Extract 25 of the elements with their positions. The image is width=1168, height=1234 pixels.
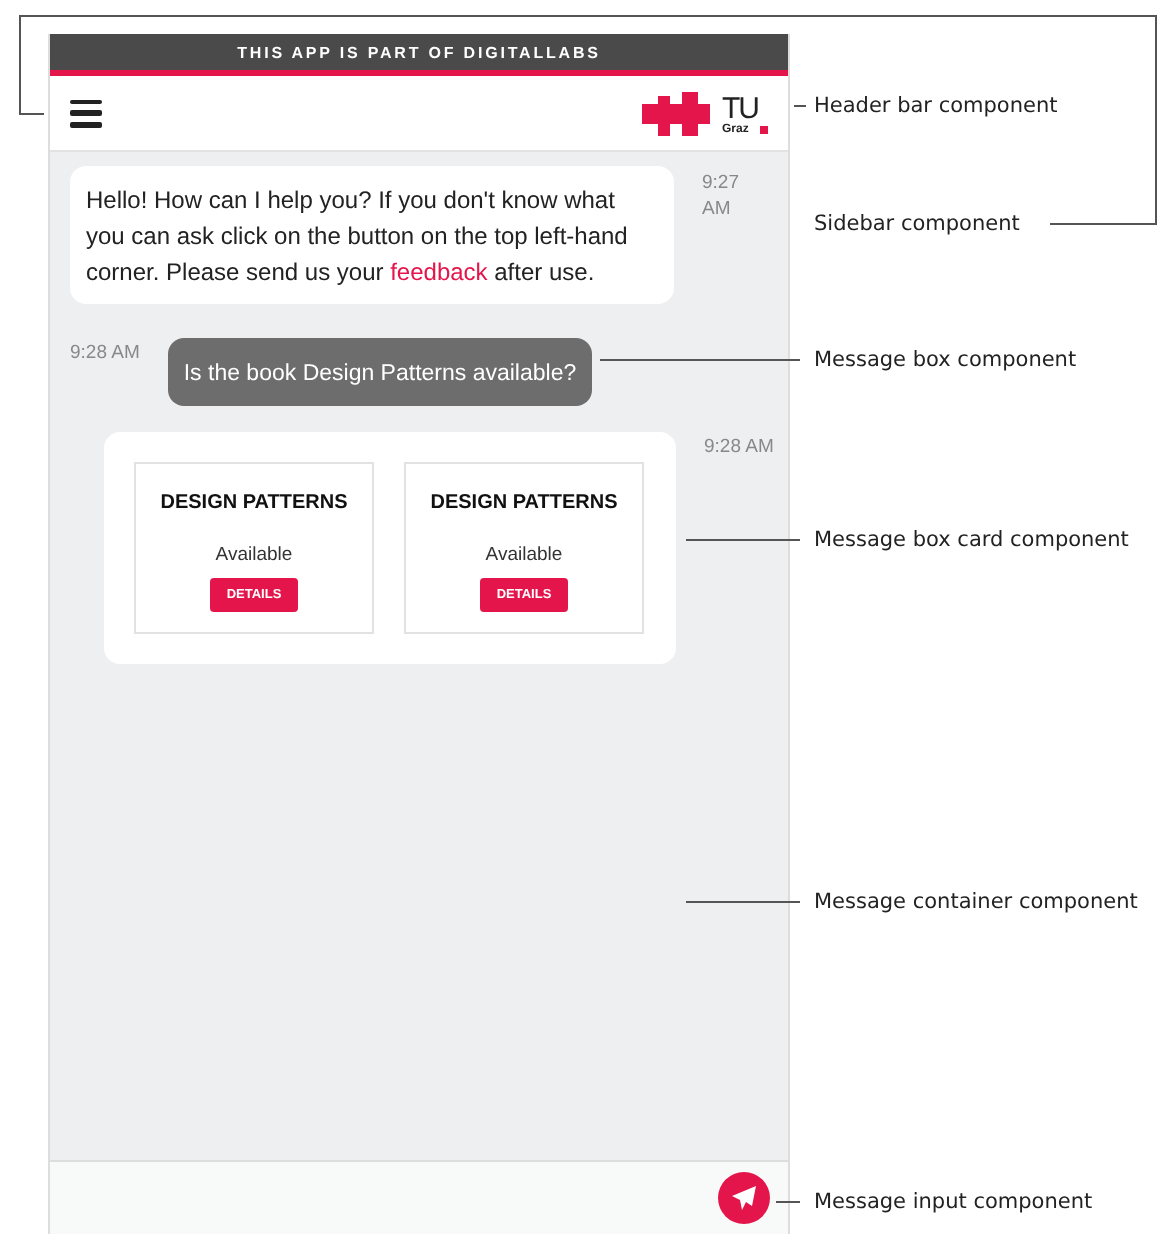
feedback-link[interactable]: feedback (390, 258, 488, 286)
message-time: 9:27 AM (702, 170, 741, 222)
book-title: DESIGN PATTERNS (430, 492, 618, 514)
message-input[interactable] (50, 1160, 788, 1234)
leader-line (685, 901, 801, 903)
logo-text: TU (722, 93, 758, 123)
book-status: Available (215, 544, 293, 566)
leader-line (775, 1201, 801, 1203)
message-time: 9:28 AM (704, 434, 774, 458)
message-time: 9:28 AM (70, 340, 140, 364)
book-title: DESIGN PATTERNS (160, 492, 348, 514)
message-text: Is the book Design Patterns available? (183, 362, 577, 386)
leader-line (685, 539, 801, 541)
send-icon[interactable] (718, 1172, 770, 1224)
book-status: Available (485, 544, 563, 566)
annotation-label: Message box component (814, 346, 1077, 376)
logo-square-icon (760, 125, 768, 133)
menu-icon[interactable] (70, 99, 102, 127)
annotation-label: Message box card component (814, 526, 1129, 556)
banner-text: THIS APP IS PART OF DIGITALLABS (237, 43, 601, 61)
annotation-label: Sidebar component (814, 210, 1020, 240)
message-text: Hello! How can I help you? If you don't know what you can ask click on the button on the top left-hand corner. Please send us your feedback after use. (86, 184, 630, 290)
annotation-label: Message container component (814, 888, 1138, 918)
annotation-label: Message input component (814, 1188, 1093, 1218)
annotation-label: Header bar component (814, 92, 1058, 122)
